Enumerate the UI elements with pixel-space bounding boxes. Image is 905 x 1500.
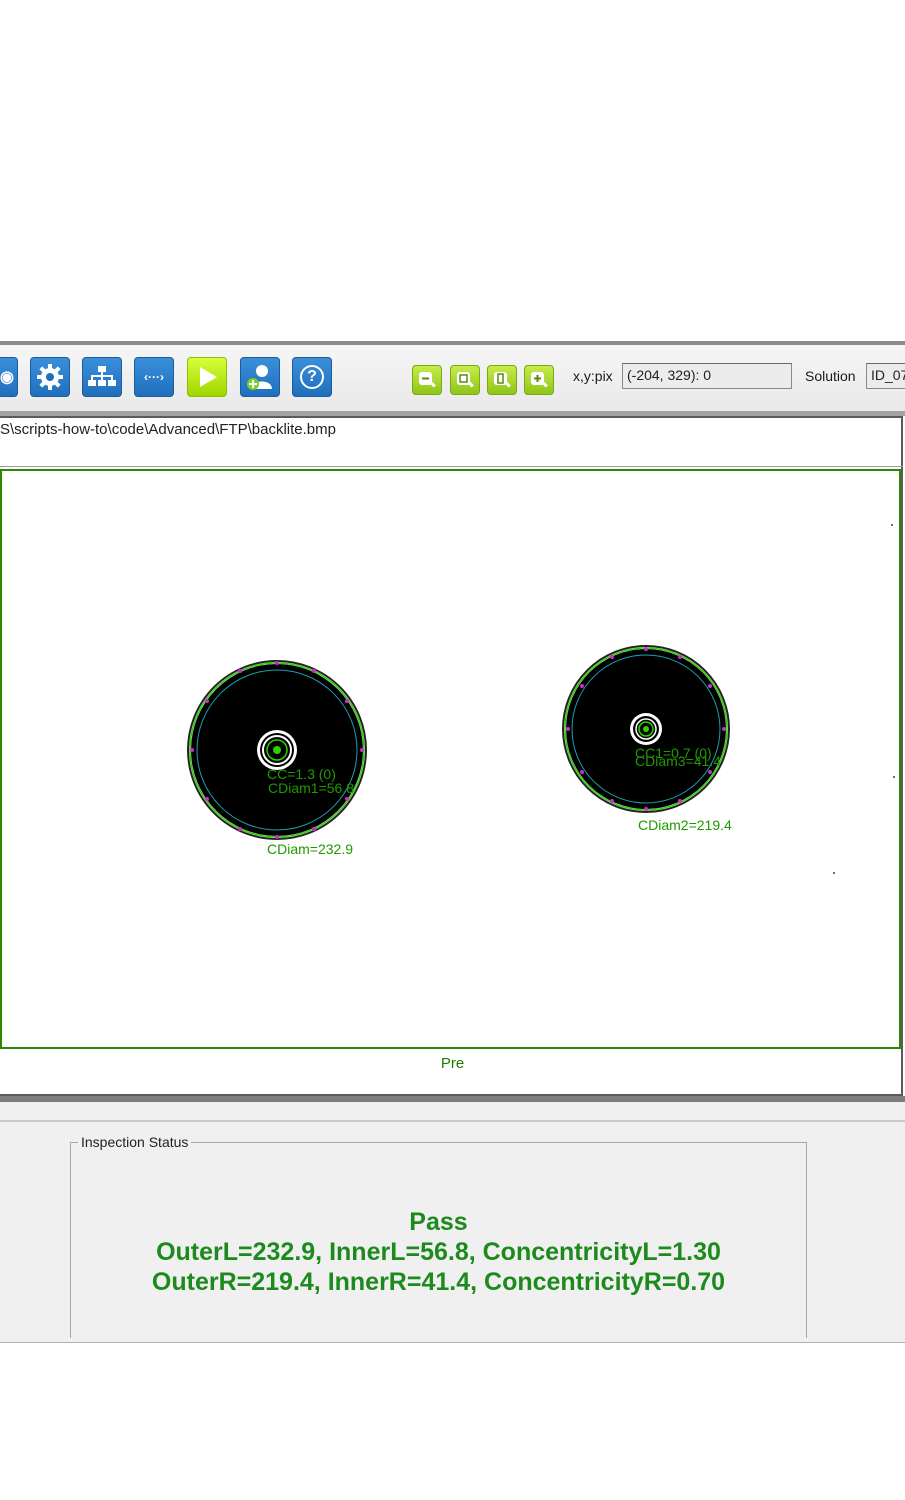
- right-part: [562, 645, 730, 813]
- xy-label: x,y:pix: [573, 368, 613, 384]
- status-left-measurements: OuterL=232.9, InnerL=56.8, Concentricity…: [156, 1238, 721, 1266]
- view-button[interactable]: ◉: [0, 357, 18, 397]
- zoom-fit-icon: [457, 372, 474, 388]
- zoom-fit-button[interactable]: [450, 365, 480, 395]
- hierarchy-button[interactable]: [82, 357, 122, 397]
- inspection-image: CC=1.3 (0) CDiam1=56.8 CDiam=232.9 CC1=0…: [187, 524, 895, 874]
- left-cdiam-annotation: CDiam=232.9: [267, 841, 353, 857]
- zoom-in-icon: [531, 372, 548, 388]
- status-result: Pass: [409, 1208, 468, 1236]
- add-user-icon: [247, 365, 272, 390]
- status-right-measurements: OuterR=219.4, InnerR=41.4, Concentricity…: [151, 1268, 726, 1296]
- eye-icon: ◉: [0, 369, 14, 386]
- run-button[interactable]: [187, 357, 227, 397]
- solution-field[interactable]: ID_07: [866, 363, 905, 389]
- left-part: [187, 660, 367, 840]
- right-cdiam3-annotation: CDiam3=41.4: [635, 753, 721, 769]
- file-path: S\scripts-how-to\code\Advanced\FTP\backl…: [0, 421, 336, 438]
- zoom-actual-icon: [494, 372, 511, 388]
- inspection-status-title: Inspection Status: [78, 1134, 192, 1150]
- image-caption: Pre: [440, 1055, 465, 1072]
- solution-label: Solution: [805, 368, 856, 384]
- zoom-out-button[interactable]: [412, 365, 442, 395]
- gear-icon: [37, 364, 63, 390]
- left-cdiam1-annotation: CDiam1=56.8: [268, 780, 354, 796]
- hierarchy-icon: [88, 366, 116, 386]
- status-divider: [0, 1120, 905, 1122]
- settings-button[interactable]: [30, 357, 70, 397]
- right-cdiam2-annotation: CDiam2=219.4: [638, 817, 732, 833]
- zoom-in-button[interactable]: [524, 365, 554, 395]
- add-user-button[interactable]: [240, 357, 280, 397]
- help-icon: ?: [300, 365, 324, 389]
- zoom-actual-button[interactable]: [487, 365, 517, 395]
- panel-separator: [0, 466, 903, 467]
- script-button[interactable]: ‹···›: [134, 357, 174, 397]
- help-button[interactable]: ?: [292, 357, 332, 397]
- zoom-out-icon: [419, 372, 436, 388]
- code-icon: ‹···›: [144, 370, 164, 384]
- image-view[interactable]: CC=1.3 (0) CDiam1=56.8 CDiam=232.9 CC1=0…: [0, 469, 901, 1049]
- xy-readout-field: (-204, 329): 0: [622, 363, 792, 389]
- play-icon: [200, 367, 217, 387]
